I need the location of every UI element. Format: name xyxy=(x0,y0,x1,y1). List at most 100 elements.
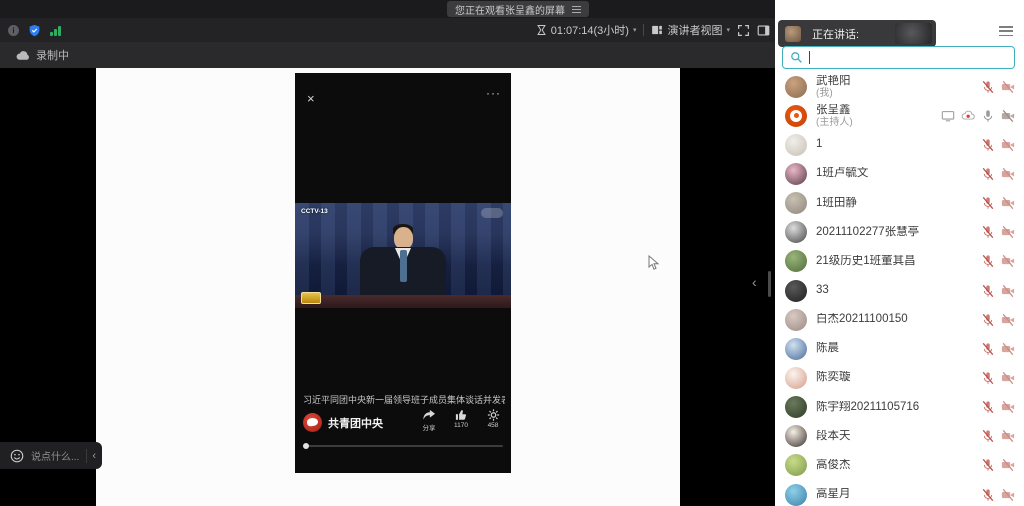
mic-muted-icon[interactable] xyxy=(981,80,995,94)
cam-muted-icon[interactable] xyxy=(1001,284,1015,298)
gear-icon xyxy=(487,409,500,421)
view-mode-selector[interactable]: 演讲者视图 ▾ xyxy=(651,22,730,38)
scrollbar-nub[interactable] xyxy=(768,271,771,297)
cam-muted-icon[interactable] xyxy=(1001,225,1015,239)
participant-avatar xyxy=(785,484,807,506)
news-video[interactable]: CCTV-13 xyxy=(295,203,511,308)
cam-muted-icon[interactable] xyxy=(1001,196,1015,210)
participant-name: 张呈鑫 xyxy=(816,104,941,117)
meeting-timer[interactable]: 01:07:14(3小时) ▾ xyxy=(536,22,637,38)
participant-row[interactable]: 高星月 xyxy=(775,480,1024,506)
cam-muted-icon[interactable] xyxy=(1001,371,1015,385)
participant-search[interactable] xyxy=(782,46,1015,69)
cam-muted-icon[interactable] xyxy=(1001,429,1015,443)
mic-muted-icon[interactable] xyxy=(981,371,995,385)
participant-row[interactable]: 高俊杰 xyxy=(775,451,1024,480)
cam-muted-icon[interactable] xyxy=(1001,80,1015,94)
cam-muted-icon[interactable] xyxy=(1001,313,1015,327)
mic-muted-icon[interactable] xyxy=(981,225,995,239)
cam-muted-icon[interactable] xyxy=(1001,488,1015,502)
video-progress-bar[interactable] xyxy=(303,445,503,447)
shared-phone-screen: × ··· CCTV-13 习近平同团中央新一届领导班子成员集体谈话并发表…> … xyxy=(295,73,511,473)
mic-muted-icon[interactable] xyxy=(981,313,995,327)
more-icon[interactable]: ··· xyxy=(486,86,501,100)
cam-muted-icon[interactable] xyxy=(1001,400,1015,414)
participant-name-block: 陈奕璇 xyxy=(816,371,981,384)
participant-row[interactable]: 段本天 xyxy=(775,422,1024,451)
account-avatar[interactable] xyxy=(303,413,322,432)
participant-row[interactable]: 1班卢毓文 xyxy=(775,159,1024,188)
share-button[interactable]: 分享 xyxy=(417,409,441,432)
participant-avatar xyxy=(785,250,807,272)
toolbar-divider xyxy=(643,24,644,36)
mouse-cursor xyxy=(648,255,660,271)
participant-name-block: 1班田静 xyxy=(816,197,981,210)
cam-muted-icon[interactable] xyxy=(1001,458,1015,472)
mic-muted-icon[interactable] xyxy=(981,254,995,268)
participant-avatar xyxy=(785,134,807,156)
mic-muted-icon[interactable] xyxy=(981,342,995,356)
participant-row[interactable]: 33 xyxy=(775,276,1024,305)
fullscreen-icon[interactable] xyxy=(737,24,750,37)
participant-row[interactable]: 陈奕璇 xyxy=(775,363,1024,392)
host-logo xyxy=(790,110,802,122)
participant-row[interactable]: 1 xyxy=(775,130,1024,159)
participant-name: 20211102277张慧亭 xyxy=(816,226,981,239)
participant-row[interactable]: 武艳阳(我) xyxy=(775,72,1024,101)
banner-menu-icon[interactable] xyxy=(572,6,581,13)
chat-bar[interactable]: 说点什么... ‹ xyxy=(0,442,102,469)
progress-handle[interactable] xyxy=(303,443,309,449)
network-signal-icon[interactable] xyxy=(50,25,61,36)
news-program-badge xyxy=(301,292,321,304)
participant-avatar xyxy=(785,454,807,476)
text-caret xyxy=(809,51,810,64)
gear-button[interactable]: 458 xyxy=(481,409,505,432)
participant-row[interactable]: 1班田静 xyxy=(775,189,1024,218)
cam-muted-icon[interactable] xyxy=(1001,138,1015,152)
mic-on-icon[interactable] xyxy=(981,109,995,123)
cloud-icon xyxy=(16,50,30,61)
participant-row[interactable]: 20211102277张慧亭 xyxy=(775,218,1024,247)
info-icon[interactable]: i xyxy=(8,25,19,36)
mic-muted-icon[interactable] xyxy=(981,284,995,298)
panel-collapse-handle[interactable]: ‹ xyxy=(752,274,757,290)
recording-badge[interactable]: 录制中 xyxy=(16,42,69,68)
chat-collapse-icon[interactable]: ‹ xyxy=(92,450,96,462)
mic-muted-icon[interactable] xyxy=(981,458,995,472)
participant-row[interactable]: 陈宇翔20211105716 xyxy=(775,393,1024,422)
mic-muted-icon[interactable] xyxy=(981,488,995,502)
mic-muted-icon[interactable] xyxy=(981,138,995,152)
cam-muted-gray-icon[interactable] xyxy=(1001,109,1015,123)
participant-name: 33 xyxy=(816,284,981,297)
mic-muted-icon[interactable] xyxy=(981,196,995,210)
like-button[interactable]: 1170 xyxy=(449,409,473,432)
cam-muted-icon[interactable] xyxy=(1001,254,1015,268)
cloud-recording-icon[interactable] xyxy=(961,109,975,123)
thumbs-up-icon xyxy=(455,409,468,421)
account-row[interactable]: 共青团中央 xyxy=(303,413,383,432)
participant-name-block: 1班卢毓文 xyxy=(816,167,981,180)
participant-row[interactable]: 21级历史1班董其昌 xyxy=(775,247,1024,276)
close-icon[interactable]: × xyxy=(307,91,315,106)
participant-name-block: 20211102277张慧亭 xyxy=(816,226,981,239)
watching-banner[interactable]: 您正在观看张呈鑫的屏幕 xyxy=(447,1,589,17)
mic-muted-icon[interactable] xyxy=(981,400,995,414)
panel-menu-icon[interactable] xyxy=(999,26,1013,36)
security-shield-icon[interactable] xyxy=(28,24,41,37)
chat-input[interactable]: 说点什么... xyxy=(31,448,79,463)
mic-muted-icon[interactable] xyxy=(981,167,995,181)
account-name[interactable]: 共青团中央 xyxy=(328,415,383,431)
participant-name: 陈奕璇 xyxy=(816,371,981,384)
cam-muted-icon[interactable] xyxy=(1001,167,1015,181)
video-caption[interactable]: 习近平同团中央新一届领导班子成员集体谈话并发表…> xyxy=(303,393,505,406)
share-arrow-icon xyxy=(422,409,436,421)
participant-row[interactable]: 陈晨 xyxy=(775,334,1024,363)
channel-logo: CCTV-13 xyxy=(301,208,328,215)
cam-muted-icon[interactable] xyxy=(1001,342,1015,356)
participant-row[interactable]: 白杰20211100150 xyxy=(775,305,1024,334)
participant-row[interactable]: 张呈鑫(主持人) xyxy=(775,101,1024,130)
mic-muted-icon[interactable] xyxy=(981,429,995,443)
side-panel-icon[interactable] xyxy=(757,24,770,37)
emoji-icon[interactable] xyxy=(10,449,24,463)
screen-share-icon[interactable] xyxy=(941,109,955,123)
